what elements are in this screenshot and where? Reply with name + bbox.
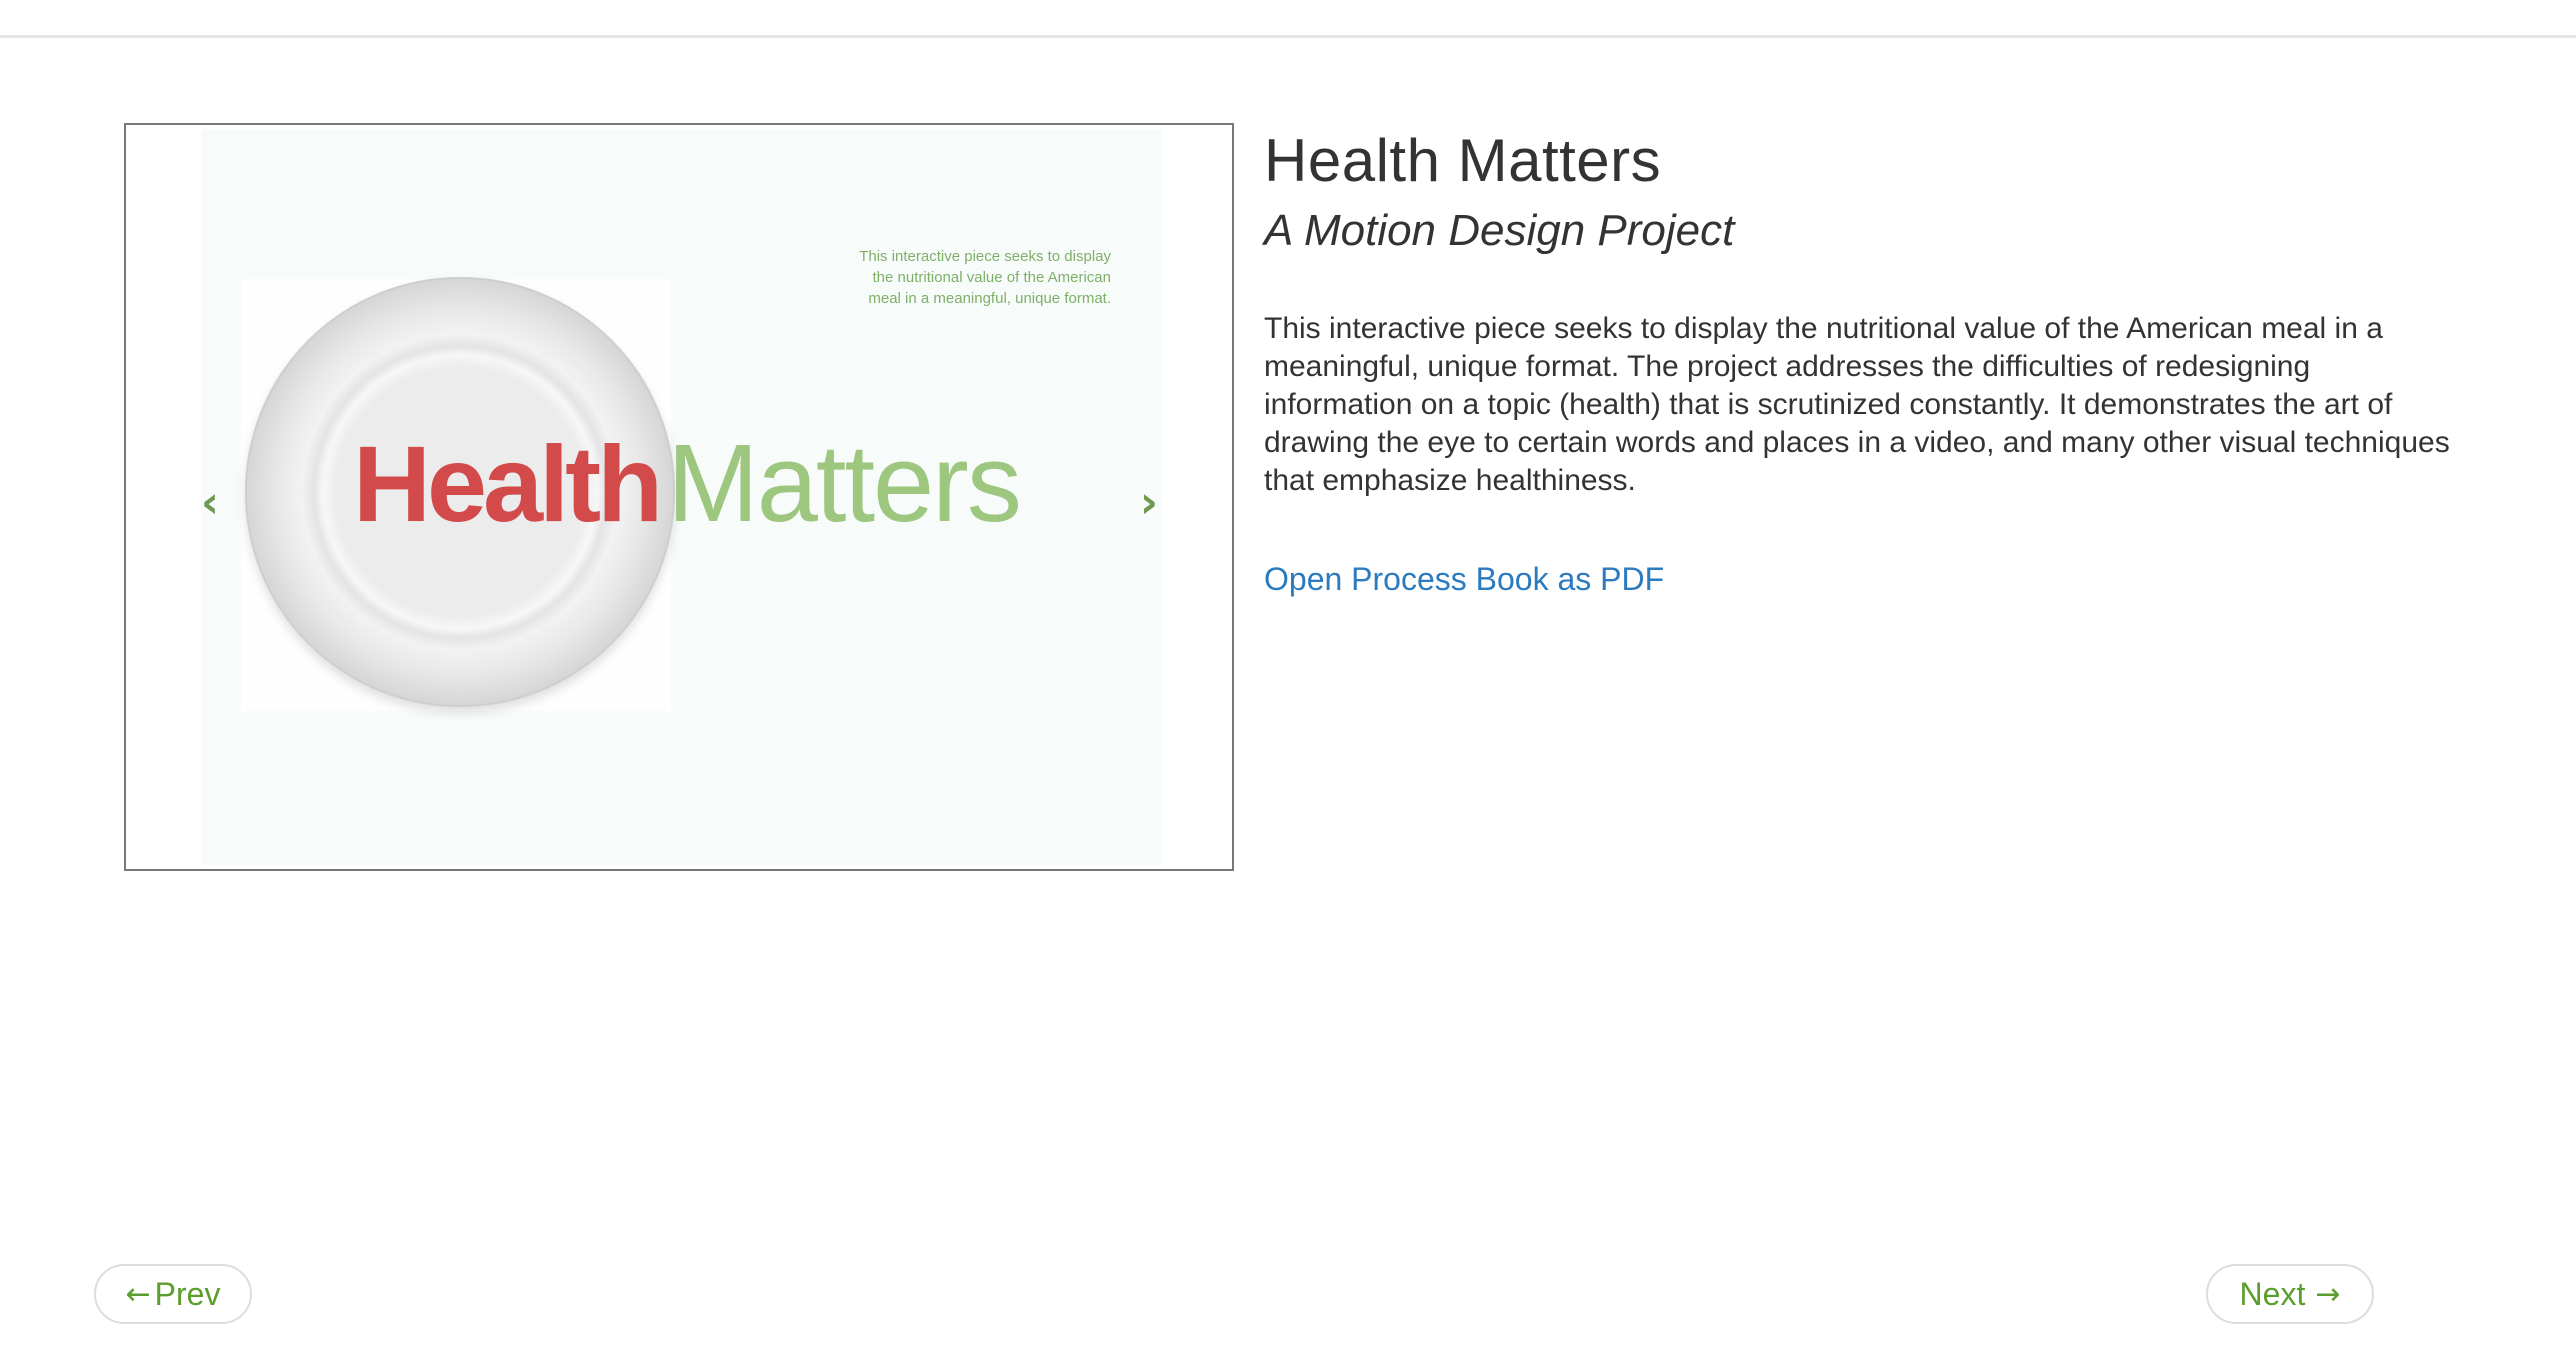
slide-image: This interactive piece seeks to display … (201, 129, 1161, 865)
slide-blurb: This interactive piece seeks to display … (859, 248, 1111, 307)
logo-word-matters: Matters (667, 422, 1022, 545)
next-button[interactable]: Next → (2206, 1264, 2374, 1324)
prev-label: Prev (154, 1275, 221, 1312)
chevron-right-icon[interactable]: › (1129, 472, 1169, 532)
project-slideshow: This interactive piece seeks to display … (124, 123, 1234, 871)
project-title: Health Matters (1264, 127, 1662, 194)
arrow-right-icon: → (2315, 1276, 2341, 1312)
prev-button[interactable]: ← Prev (94, 1264, 252, 1324)
project-description: This interactive piece seeks to display … (1264, 312, 2450, 497)
logo-word-health: Health (353, 423, 663, 544)
arrow-left-icon: ← (125, 1276, 151, 1312)
health-matters-logo: HealthMatters (353, 429, 1022, 539)
project-subtitle: A Motion Design Project (1264, 206, 1735, 255)
top-divider (0, 0, 2576, 38)
open-pdf-link[interactable]: Open Process Book as PDF (1264, 561, 1664, 598)
chevron-left-icon[interactable]: ‹ (190, 472, 230, 532)
next-label: Next (2239, 1275, 2306, 1312)
